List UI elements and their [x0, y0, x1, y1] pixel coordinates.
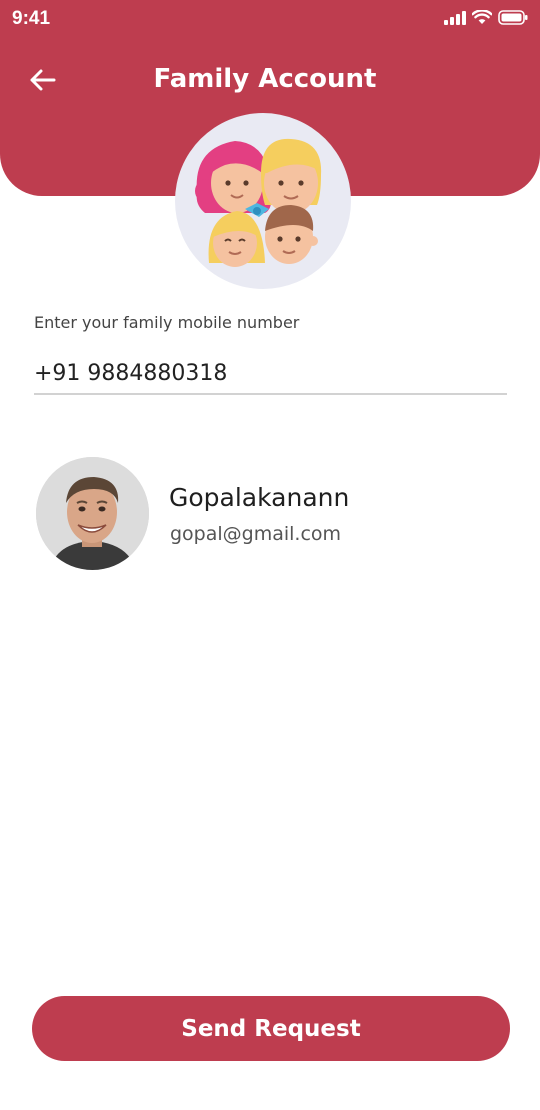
avatar	[36, 457, 149, 570]
send-request-button[interactable]: Send Request	[32, 996, 510, 1061]
page-title: Family Account	[153, 64, 377, 94]
contact-email: gopal@gmail.com	[170, 523, 342, 545]
cellular-signal-icon	[444, 10, 466, 25]
battery-icon	[498, 10, 528, 25]
status-icons	[444, 10, 528, 25]
family-illustration	[195, 138, 322, 267]
person-photo	[36, 457, 149, 570]
status-time: 9:41	[12, 8, 51, 29]
contact-card[interactable]: Gopalakanann gopal@gmail.com	[36, 457, 506, 571]
mobile-number-label: Enter your family mobile number	[34, 313, 300, 332]
mobile-number-input[interactable]	[34, 353, 507, 395]
contact-name: Gopalakanann	[169, 483, 350, 512]
family-avatar	[175, 113, 351, 289]
wifi-icon	[472, 10, 492, 24]
